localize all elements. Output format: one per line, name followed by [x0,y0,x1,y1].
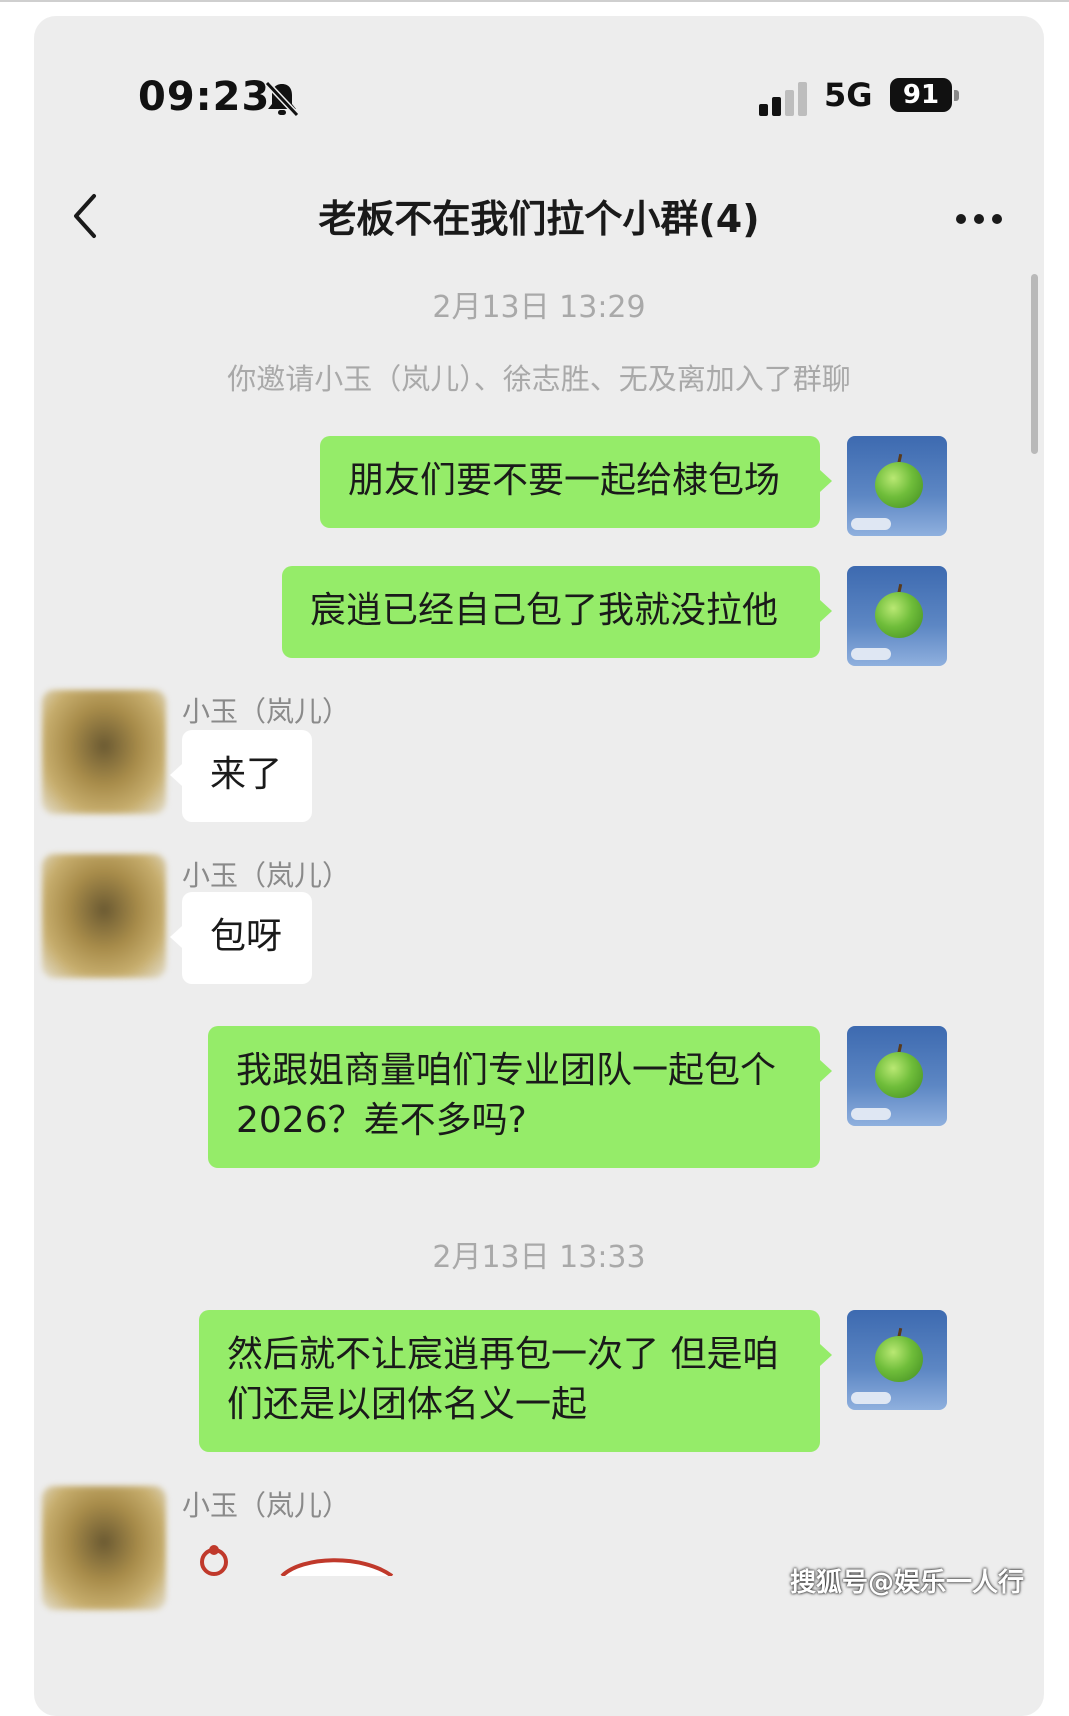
status-time: 09:23 [138,74,271,120]
battery-icon: 91 [890,78,952,112]
top-border [0,0,1069,2]
outgoing-message[interactable]: 宸逍已经自己包了我就没拉他 [282,566,832,658]
message-timestamp: 2月13日 13:29 [432,290,646,325]
sender-avatar[interactable] [42,1486,166,1610]
sender-name: 小玉（岚儿） [182,859,351,892]
incoming-message[interactable]: 包呀 [170,892,312,984]
bell-slash-icon [264,80,300,118]
my-avatar[interactable] [847,436,947,536]
outgoing-message[interactable]: 朋友们要不要一起给棣包场 [320,436,832,528]
watermark: 搜狐号@娱乐一人行 [790,1568,1025,1598]
signal-icon [759,82,807,116]
sender-name: 小玉（岚儿） [182,1489,351,1522]
my-avatar[interactable] [847,1026,947,1126]
message-timestamp: 2月13日 13:33 [432,1240,646,1275]
sender-name: 小玉（岚儿） [182,695,351,728]
chat-title: 老板不在我们拉个小群(4) [318,197,760,241]
sender-avatar[interactable] [42,854,166,978]
sender-avatar[interactable] [42,690,166,814]
system-message: 你邀请小玉（岚儿）、徐志胜、无及离加入了群聊 [227,362,851,396]
sticker-image[interactable] [192,1536,452,1576]
my-avatar[interactable] [847,566,947,666]
more-dots-icon[interactable] [954,212,1004,226]
outgoing-message[interactable]: 然后就不让宸逍再包一次了 但是咱们还是以团体名义一起 [199,1310,832,1452]
network-type: 5G [824,76,873,114]
my-avatar[interactable] [847,1310,947,1410]
incoming-message[interactable]: 来了 [170,730,312,822]
outgoing-message[interactable]: 我跟姐商量咱们专业团队一起包个2026？差不多吗? [208,1026,832,1168]
chat-screen: 09:23 5G 91 老板不在我们拉个小群(4) 2月13日 13:29 你邀… [34,16,1044,1716]
battery-tip [954,90,959,101]
